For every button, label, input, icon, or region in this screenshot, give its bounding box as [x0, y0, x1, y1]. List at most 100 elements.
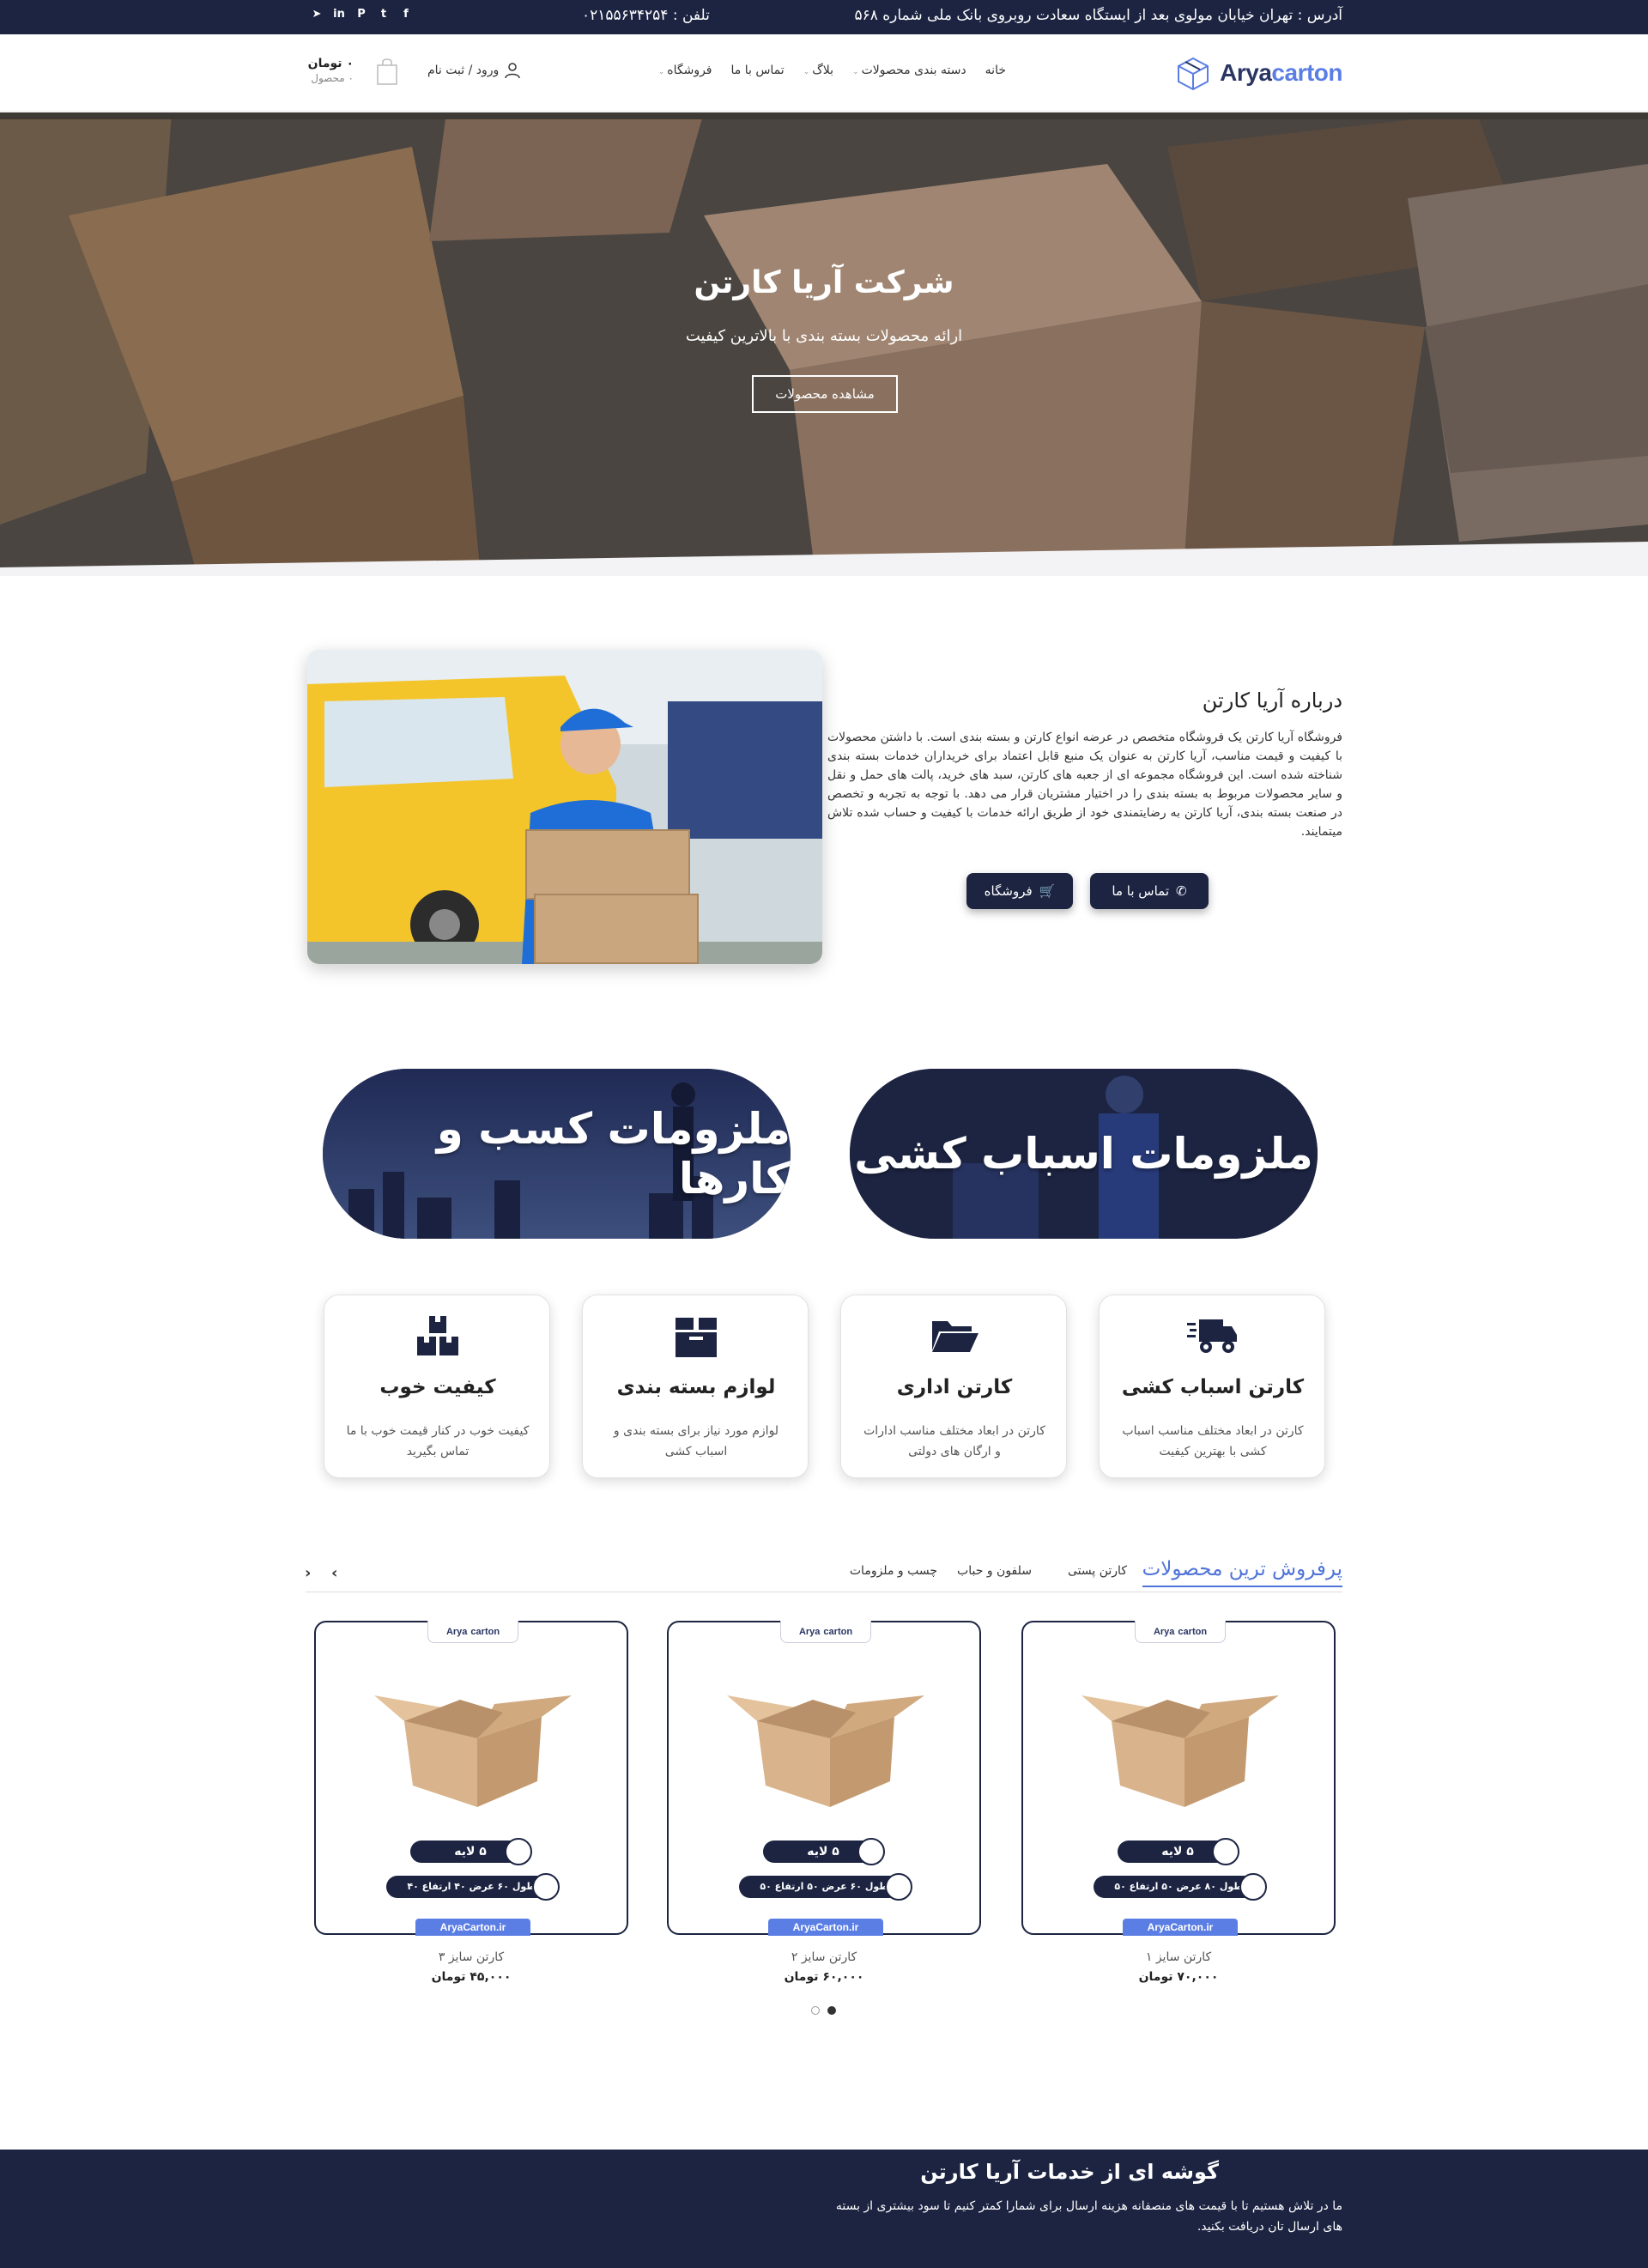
- user-icon: [505, 63, 521, 79]
- nav-item-categories[interactable]: دسته بندی محصولات⌄: [852, 64, 966, 77]
- phone-text: تلفن : ۰۲۱۵۵۶۳۴۲۵۴: [582, 7, 710, 24]
- moving-supplies-banner[interactable]: ملزومات اسباب کشی: [850, 1069, 1318, 1239]
- pinterest-icon[interactable]: P: [355, 9, 367, 21]
- logo-suffix: carton: [470, 1626, 500, 1637]
- logo-prefix: Arya: [445, 1626, 468, 1637]
- stacked-boxes-icon: [417, 1316, 458, 1355]
- login-label: ورود / ثبت نام: [427, 64, 500, 77]
- footer-title: گوشه ای از خدمات آریا کارتن: [920, 2160, 1219, 2184]
- feature-card-moving[interactable]: کارتن اسباب کشی کارتن در ابعاد مختلف منا…: [1099, 1295, 1325, 1478]
- ruler-icon: [532, 1873, 560, 1901]
- cart-icon: 🛒: [1039, 883, 1056, 899]
- product-logo: Arya carton: [780, 1621, 871, 1643]
- carousel-next-icon[interactable]: ›: [331, 1564, 337, 1582]
- nav-item-label: دسته بندی محصولات: [861, 64, 966, 77]
- contact-us-button[interactable]: ✆ تماس با ما: [1090, 873, 1209, 909]
- layers-icon: [505, 1838, 532, 1865]
- logo-prefix: Arya: [1153, 1626, 1175, 1637]
- tab-tape-supplies[interactable]: چسب و ملزومات: [850, 1564, 937, 1578]
- carousel-prev-icon[interactable]: ‹: [305, 1564, 311, 1582]
- nav-item-label: فروشگاه: [667, 64, 712, 77]
- linkedin-icon[interactable]: in: [333, 9, 345, 21]
- main-nav: خانه دسته بندی محصولات⌄ بلاگ⌄ تماس با ما…: [658, 64, 1006, 77]
- facebook-icon[interactable]: f: [400, 9, 412, 21]
- layers-icon: [857, 1838, 885, 1865]
- banner-label: ملزومات اسباب کشی: [854, 1129, 1313, 1179]
- twitter-icon[interactable]: t: [378, 9, 390, 21]
- logo-suffix: carton: [823, 1626, 853, 1637]
- nav-item-shop[interactable]: فروشگاه⌄: [658, 64, 712, 77]
- carousel-dot[interactable]: [811, 2006, 820, 2015]
- product-card[interactable]: Arya carton ۵ لایه طول ۶۰ عرض ۴۰ ارتفاع ۴…: [314, 1621, 628, 1936]
- feature-card-quality[interactable]: کیفیت خوب کیفیت خوب در کنار قیمت خوب با …: [324, 1295, 550, 1478]
- services-footer: گوشه ای از خدمات آریا کارتن ما در تلاش ه…: [0, 2150, 1648, 2268]
- chevron-down-icon: ⌄: [852, 68, 859, 76]
- business-supplies-banner[interactable]: ملزومات کسب و کارها: [323, 1069, 791, 1239]
- product-price: ۶۰,۰۰۰ تومان: [784, 1970, 864, 1984]
- logo-prefix: Arya: [798, 1626, 821, 1637]
- dimensions-badge: طول ۸۰ عرض ۵۰ ارتفاع ۵۰: [1094, 1876, 1263, 1898]
- logo-suffix: carton: [1178, 1626, 1208, 1637]
- product-card[interactable]: Arya carton ۵ لایه طول ۶۰ عرض ۵۰ ارتفاع ۵…: [667, 1621, 981, 1936]
- carton-image: [374, 1695, 572, 1807]
- chevron-down-icon: ⌄: [803, 68, 810, 76]
- about-title: درباره آریا کارتن: [1202, 688, 1342, 713]
- carton-image: [727, 1695, 924, 1807]
- view-products-button[interactable]: مشاهده محصولات: [752, 375, 898, 413]
- feature-description: کارتن در ابعاد مختلف مناسب ادارات و ارگا…: [863, 1424, 1045, 1458]
- layers-icon: [1212, 1838, 1239, 1865]
- about-description: فروشگاه آریا کارتن یک فروشگاه متخصص در ع…: [827, 731, 1342, 839]
- telegram-icon[interactable]: ➤: [311, 9, 323, 21]
- nav-item-blog[interactable]: بلاگ⌄: [803, 64, 833, 77]
- product-price: ۴۵,۰۰۰ تومان: [431, 1970, 512, 1984]
- shop-label: فروشگاه: [984, 883, 1033, 899]
- nav-item-label: تماس با ما: [730, 64, 785, 77]
- feature-title: کارتن اداری: [896, 1376, 1013, 1398]
- site-badge: AryaCarton.ir: [768, 1919, 883, 1936]
- feature-description: کیفیت خوب در کنار قیمت خوب با ما تماس بگ…: [346, 1424, 530, 1458]
- feature-title: کیفیت خوب: [379, 1376, 496, 1398]
- product-logo: Arya carton: [1135, 1621, 1226, 1643]
- nav-item-label: خانه: [985, 64, 1006, 77]
- logo-suffix: carton: [1271, 59, 1342, 86]
- tab-cellophane-bubble[interactable]: سلفون و حباب: [957, 1564, 1032, 1578]
- hero-title: شرکت آریا کارتن: [694, 265, 954, 300]
- login-link[interactable]: ورود / ثبت نام: [427, 62, 521, 79]
- shop-button[interactable]: 🛒 فروشگاه: [966, 873, 1073, 909]
- site-header: Aryacarton خانه دسته بندی محصولات⌄ بلاگ⌄…: [0, 34, 1648, 112]
- tab-best-sellers[interactable]: پرفروش ترین محصولات: [1142, 1558, 1342, 1587]
- banner-label: ملزومات کسب و کارها: [436, 1104, 791, 1204]
- logo[interactable]: Aryacarton: [1173, 53, 1342, 93]
- nav-item-contact[interactable]: تماس با ما: [731, 64, 785, 77]
- logo-prefix: Arya: [1220, 59, 1272, 86]
- social-links: ➤ in P t f: [311, 9, 412, 21]
- contact-us-label: تماس با ما: [1112, 883, 1170, 899]
- product-logo: Arya carton: [427, 1621, 518, 1643]
- logo-box-icon: [1178, 57, 1209, 91]
- product-name[interactable]: کارتن سایز ۲: [667, 1950, 981, 1964]
- site-badge: AryaCarton.ir: [415, 1919, 530, 1936]
- feature-card-office[interactable]: کارتن اداری کارتن در ابعاد مختلف مناسب ا…: [840, 1295, 1067, 1478]
- cart-summary[interactable]: ۰ تومان ۰ محصول: [306, 57, 354, 84]
- hero-subtitle: ارائه محصولات بسته بندی با بالاترین کیفی…: [685, 327, 963, 345]
- nav-item-label: بلاگ: [812, 64, 834, 77]
- logo-text: Aryacarton: [1220, 59, 1342, 87]
- ruler-icon: [885, 1873, 912, 1901]
- shopping-bag-icon[interactable]: [376, 57, 398, 86]
- delivery-illustration: [307, 650, 822, 964]
- feature-description: کارتن در ابعاد مختلف مناسب اسباب کشی با …: [1122, 1424, 1304, 1458]
- dimensions-badge: طول ۶۰ عرض ۴۰ ارتفاع ۴۰: [386, 1876, 556, 1898]
- product-name[interactable]: کارتن سایز ۱: [1021, 1950, 1336, 1964]
- folder-open-icon: [932, 1321, 978, 1352]
- tab-postal-carton[interactable]: کارتن پستی: [1068, 1564, 1127, 1578]
- feature-title: لوازم بسته بندی: [616, 1376, 776, 1398]
- feature-card-packaging[interactable]: لوازم بسته بندی لوازم مورد نیاز برای بست…: [582, 1295, 809, 1478]
- product-name[interactable]: کارتن سایز ۳: [314, 1950, 628, 1964]
- product-price: ۷۰,۰۰۰ تومان: [1138, 1970, 1219, 1984]
- top-bar: آدرس : تهران خیابان مولوی بعد از ایستگاه…: [0, 0, 1648, 34]
- product-card[interactable]: Arya carton ۵ لایه طول ۸۰ عرض ۵۰ ارتفاع ۵…: [1021, 1621, 1336, 1936]
- carousel-dot-active[interactable]: [827, 2006, 836, 2015]
- chevron-down-icon: ⌄: [657, 68, 665, 76]
- nav-item-home[interactable]: خانه: [985, 64, 1006, 77]
- carton-image: [1082, 1695, 1279, 1807]
